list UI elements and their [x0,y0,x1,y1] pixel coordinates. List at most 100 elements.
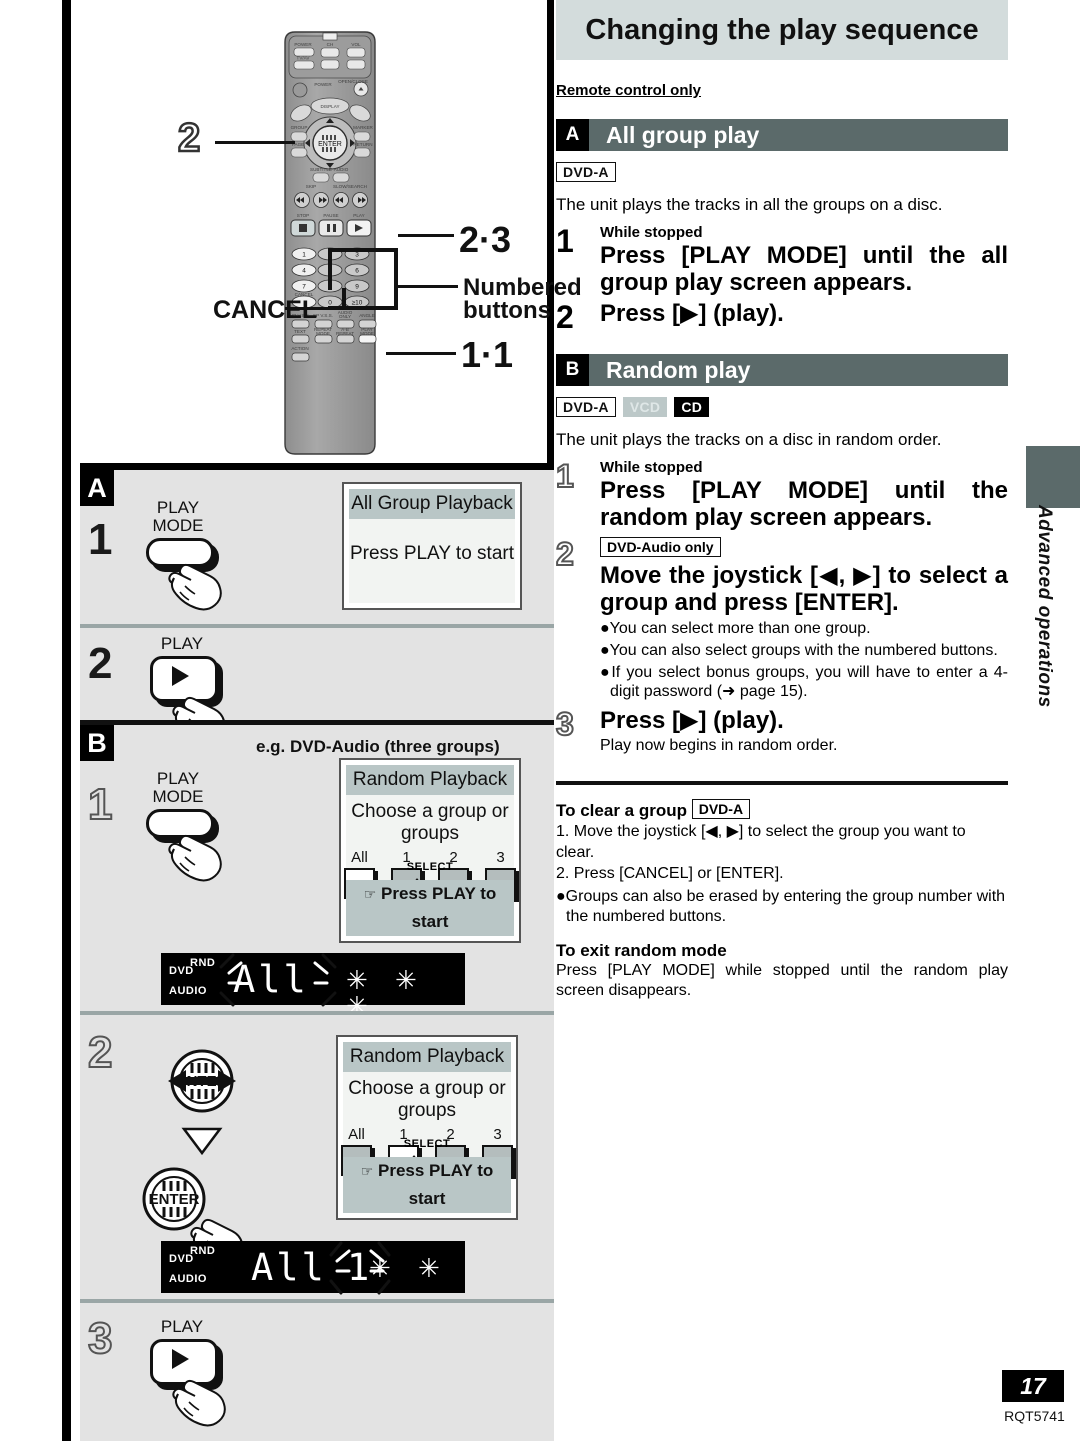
vfd-label-audio-b1: AUDIO [169,985,207,997]
section-a-letter: A [556,119,589,151]
svg-text:MODE: MODE [360,331,374,336]
svg-text:SKIP: SKIP [306,184,316,189]
leader-line-numbered [396,285,458,288]
svg-text:STOP: STOP [297,213,309,218]
section-b-step-2-bullet-2: ●You can also select groups with the num… [600,641,1008,660]
page-number: 17 [1002,1370,1064,1402]
bullet-dot-1: ● [600,620,610,637]
section-b-disc-badges: DVD-A VCD CD [556,397,1008,417]
svg-text:AUDIO: AUDIO [334,167,349,172]
osd-random-playback-b2: Random Playback Choose a group or groups… [336,1035,518,1220]
osd-prompt-b2: Choose a group or groups [348,1078,506,1121]
svg-text:OPEN/CLOSE: OPEN/CLOSE [338,79,368,84]
to-exit-random-mode-text: Press [PLAY MODE] while stopped until th… [556,962,1008,999]
callout-play-step: 2·3 [459,219,512,260]
svg-text:DISPLAY: DISPLAY [320,104,339,109]
svg-text:GROUP: GROUP [291,125,308,130]
svg-text:MODE: MODE [316,331,330,336]
down-arrow-icon-b2 [181,1127,223,1156]
panel-b-step3: 3 PLAY [80,1303,554,1441]
section-b-step-2-bullet-1: ●You can select more than one group. [600,619,1008,638]
osd-footer-text-b1: Press PLAY to start [381,884,497,931]
document-code: RQT5741 [1004,1408,1065,1424]
svg-text:ONLY: ONLY [339,314,351,319]
section-b-step-1-condition: While stopped [600,459,703,476]
osd-title-all-group: All Group Playback [349,489,515,519]
disc-badge-cd-sec-b: CD [674,397,710,417]
section-a-badge: A [80,470,114,506]
callout-cancel: CANCEL [213,296,318,324]
vfd-label-rnd-b2: RND [190,1245,216,1257]
osd-body-all-group: Press PLAY to start [349,543,515,564]
vfd-display-b1: DVD RND AUDIO All ✳ ✳ ✳ [161,953,465,1019]
svg-text:POWER: POWER [314,82,332,87]
section-a-step-2-instruction: Press [▶] (play). [600,300,784,327]
svg-text:9: 9 [355,284,359,291]
dvd-audio-only-tag: DVD-Audio only [600,537,721,557]
panel-b-step2: 2 ENTER Random Playback Choose a group o… [80,1015,554,1303]
section-b-lede: The unit plays the tracks on a disc in r… [556,430,942,449]
hand-pointer-b1 [168,821,224,883]
leader-line-enter [215,141,295,144]
joystick-left-right-diagram-b2: ENTER [168,1049,236,1113]
osd-footer-b2: ☞ Press PLAY to start [343,1157,511,1213]
section-header-all-group-play: A All group play [556,119,1008,151]
section-a-title: All group play [606,121,760,148]
to-exit-random-mode-heading: To exit random mode [556,941,727,960]
section-b-step-2-bullet-3-text: If you select bonus groups, you will hav… [610,664,1008,700]
svg-text:ANGLE: ANGLE [359,313,375,318]
right-text-column: Changing the play sequence Remote contro… [555,0,1008,1001]
section-b-step-3-sub: Play now begins in random order. [600,737,838,754]
pointing-hand-icon-b2: ☞ [360,1163,374,1179]
vfd-display-b2: DVD RND AUDIO All 1 ✳ ✳ [161,1241,465,1295]
flash-marks-icon-b1 [219,953,337,1007]
to-clear-a-group-text: To clear a group [556,801,687,820]
callout-enter-step: 2 [177,115,202,162]
button-label-playmode-a1-line2: MODE [152,516,204,535]
section-b-step-3-number: 3 [555,706,575,742]
svg-text:3: 3 [355,252,359,259]
svg-text:SUBTITLE: SUBTITLE [310,167,332,172]
section-b-step-2-bullet-2-text: You can also select groups with the numb… [609,642,998,659]
osd-all-group-playback: All Group Playback Press PLAY to start [342,482,522,610]
hand-pointer-b3 [172,1366,228,1428]
remote-control-only-note: Remote control only [556,82,702,99]
section-b-step-3: 3 Press [▶] (play). Play now begins in r… [555,706,1008,755]
page-title: Changing the play sequence [556,0,1008,60]
svg-text:7: 7 [302,284,306,291]
clear-group-item-2: 2. Press [CANCEL] or [ENTER]. [556,865,784,882]
osd-prompt-b1: Choose a group or groups [351,801,509,844]
section-b-step-1-number: 1 [555,458,575,494]
svg-text:ENTER: ENTER [318,141,342,148]
numbered-keypad-outline-t [330,248,398,252]
clear-group-item-1: 1. Move the joystick [◀, ▶] to select th… [556,823,966,861]
bullet-dot-4: ● [556,888,566,905]
leader-line-play [398,234,454,237]
svg-text:ACTION: ACTION [291,346,308,351]
section-b-step-3-instruction: Press [▶] (play). [600,707,784,734]
section-b-step-2: 2 DVD-Audio only Move the joystick [◀, ▶… [555,536,1008,701]
section-b-step-1: 1 While stopped Press [PLAY MODE] until … [555,458,1008,531]
disc-badge-vcd-sec-b: VCD [622,397,668,417]
remote-control-figure: ENTER 1 3 4 6 7 9 0 ≥10 POWER CH VOL TV/… [80,0,582,470]
section-a-disc-badges: DVD-A [556,162,1008,182]
svg-text:TEXT: TEXT [294,329,306,334]
section-b-badge: B [80,725,114,761]
section-a-step-1-instruction: Press [PLAY MODE] until the all group pl… [600,242,1008,296]
step-number-b1: 1 [87,780,114,829]
pointing-hand-icon-b1: ☞ [363,886,377,902]
svg-text:6: 6 [355,268,359,275]
step-number-a2: 2 [88,639,113,688]
svg-text:TV/AV: TV/AV [297,56,311,61]
osd-footer-b1: ☞ Press PLAY to start [346,880,514,936]
panel-a-step2: 2 PLAY [80,628,554,744]
side-tab-label: Advanced operations [1034,505,1055,708]
button-label-play-b3: PLAY [160,1317,204,1336]
svg-text:MARKER: MARKER [353,125,373,130]
svg-text:POWER: POWER [294,42,312,47]
osd-example-caption: e.g. DVD-Audio (three groups) [256,737,500,756]
svg-text:CH: CH [327,42,334,47]
section-a-step-1-condition: While stopped [600,224,703,241]
disc-badge-dvd-a-sec-b: DVD-A [556,397,616,417]
section-b-letter: B [556,354,589,386]
